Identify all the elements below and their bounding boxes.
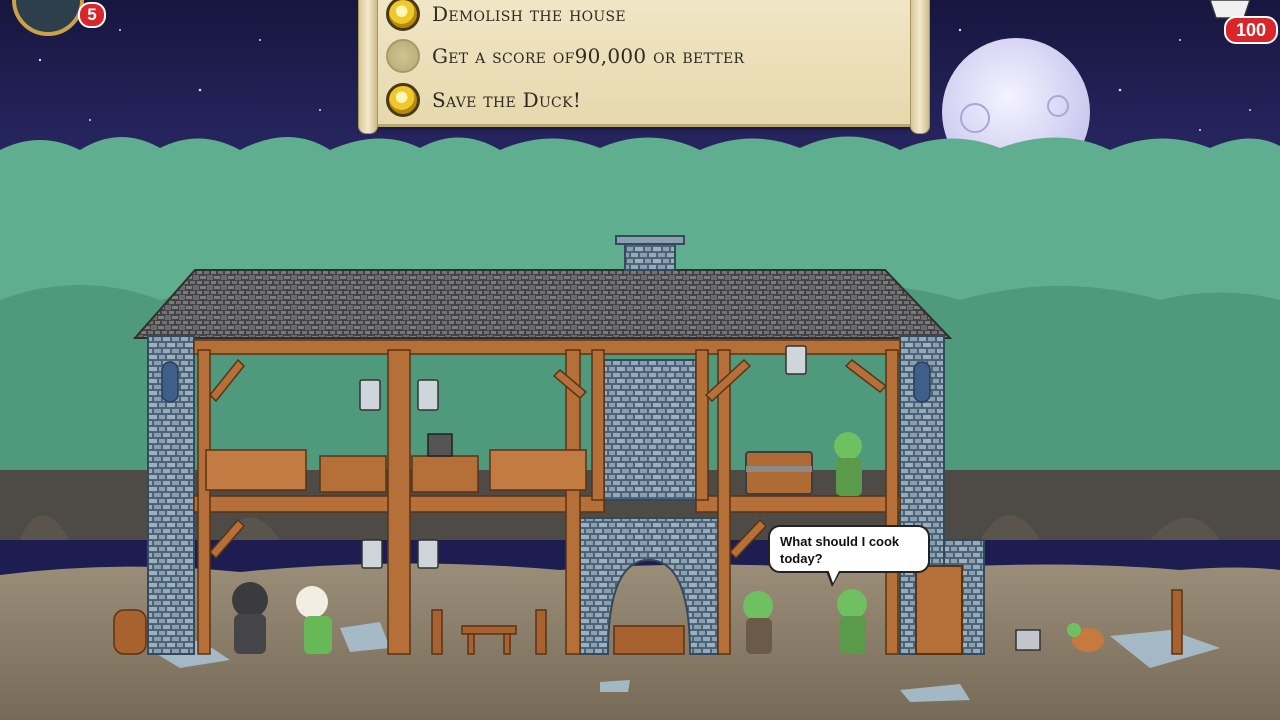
goblin-cook[interactable] [837,589,867,654]
roof[interactable] [132,269,953,339]
score-remaining-badge: 100 [1224,16,1278,44]
objective-item: Save the Duck! [386,80,581,120]
objectives-scroll: Demolish the house Get a score of90,000 … [358,0,930,134]
objective-item: Demolish the house [386,0,626,34]
scroll-curl-left [358,0,378,134]
goblin-guard[interactable] [743,591,773,654]
stove[interactable] [427,433,453,457]
medal-incomplete-icon [386,39,420,73]
hooded-thief[interactable] [232,582,268,654]
speech-bubble-tail-fill [828,569,840,583]
objective-label: Demolish the house [432,2,626,26]
wooden-door[interactable] [915,565,963,655]
medal-completed-icon [386,0,420,31]
bucket[interactable] [1015,629,1041,651]
treasure-chest[interactable] [745,451,813,495]
objective-label: Get a score of90,000 or better [432,44,745,68]
speech-bubble: What should I cook today? [768,525,930,573]
objective-item: Get a score of90,000 or better [386,36,744,76]
scroll-curl-right [910,0,930,134]
speech-line: What should I cook [780,534,900,549]
speech-line: today? [780,551,823,566]
medal-completed-icon [386,83,420,117]
objective-label: Save the Duck! [432,88,582,112]
level-count-badge: 5 [78,2,106,28]
fireplace-column[interactable] [603,359,697,501]
goblin-upper-floor[interactable] [834,432,862,496]
